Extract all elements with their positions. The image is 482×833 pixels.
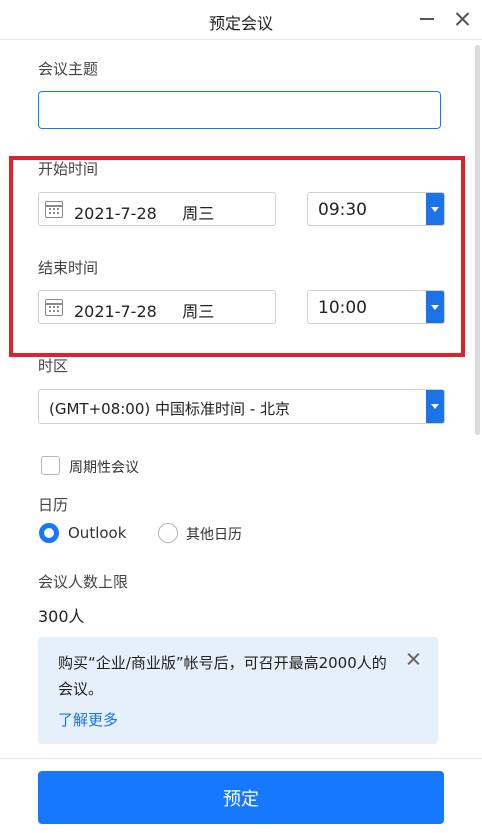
recurring-label[interactable]: 周期性会议 [69,457,139,477]
notice-text: 购买“企业/商业版”帐号后，可召开最高2000人的会议。 [58,654,387,698]
end-time-label: 结束时间 [38,259,99,277]
outlook-label[interactable]: Outlook [68,524,126,542]
capacity-label: 会议人数上限 [38,573,129,591]
end-time-select[interactable]: 10:00 [307,290,445,324]
timezone-label: 时区 [38,357,69,375]
outlook-radio[interactable] [39,523,59,543]
recurring-checkbox[interactable] [41,456,60,475]
close-icon[interactable] [406,651,422,667]
chevron-down-icon[interactable] [426,193,444,225]
timezone-select[interactable]: (GMT+08:00) 中国标准时间 - 北京 [38,389,445,424]
chevron-down-icon[interactable] [426,390,444,423]
subject-label: 会议主题 [38,60,99,78]
end-date-picker[interactable]: 2021-7-28 周三 [38,290,276,324]
start-time-select[interactable]: 09:30 [307,192,445,226]
calendar-icon [45,201,63,218]
footer-divider [0,758,482,759]
schedule-button[interactable]: 预定 [38,771,444,824]
upgrade-notice: 购买“企业/商业版”帐号后，可召开最高2000人的会议。 了解更多 [38,637,438,744]
title-bar: 预定会议 [0,0,482,40]
calendar-label: 日历 [38,496,69,514]
capacity-value: 300人 [38,607,85,626]
close-icon[interactable] [452,8,474,30]
start-date-picker[interactable]: 2021-7-28 周三 [38,192,276,226]
other-calendar-radio[interactable] [158,523,178,543]
end-time-value: 10:00 [318,298,367,318]
start-date-value: 2021-7-28 周三 [74,204,215,223]
other-calendar-label[interactable]: 其他日历 [186,524,242,544]
chevron-down-icon[interactable] [426,291,444,323]
scrollbar[interactable] [475,45,480,435]
start-time-label: 开始时间 [38,160,99,178]
minimize-icon[interactable] [416,8,438,30]
end-date-value: 2021-7-28 周三 [74,302,215,321]
timezone-value: (GMT+08:00) 中国标准时间 - 北京 [49,400,290,418]
calendar-icon [45,299,63,316]
subject-input[interactable] [38,91,441,129]
window-title: 预定会议 [208,14,273,33]
start-time-value: 09:30 [318,200,367,220]
learn-more-link[interactable]: 了解更多 [58,709,118,730]
